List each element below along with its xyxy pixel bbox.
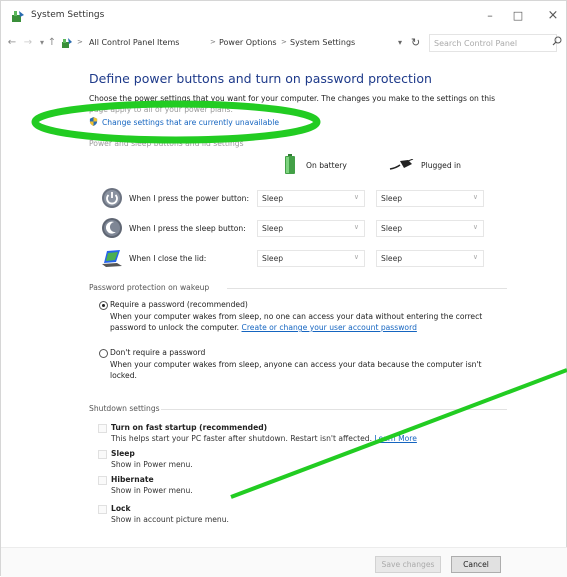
window-title: System Settings — [31, 10, 105, 20]
divider — [227, 288, 507, 289]
fast-startup-desc-text: This helps start your PC faster after sh… — [111, 434, 373, 443]
sleep-button-label: When I press the sleep button: — [129, 224, 246, 233]
minimize-button[interactable]: – — [477, 6, 503, 26]
sleep-checkbox[interactable] — [98, 450, 107, 459]
power-button-battery-select[interactable]: Sleep ∨ — [257, 190, 365, 207]
select-value: Sleep — [381, 194, 403, 203]
chevron-down-icon: ∨ — [472, 223, 478, 231]
control-panel-icon — [62, 38, 72, 48]
laptop-lid-icon — [102, 250, 122, 267]
require-password-label[interactable]: Require a password (recommended) — [110, 300, 248, 309]
require-password-desc-line: password to unlock the computer. — [110, 323, 240, 332]
address-bar: ← → ▾ ↑ > All Control Panel Items > Powe… — [1, 31, 567, 55]
hibernate-checkbox[interactable] — [98, 476, 107, 485]
sleep-option-label: Sleep — [111, 449, 135, 458]
control-panel-icon — [12, 11, 24, 22]
uac-shield-icon — [89, 117, 98, 126]
back-button[interactable]: ← — [5, 34, 19, 52]
chevron-down-icon: ∨ — [353, 253, 359, 261]
require-password-desc-line: When your computer wakes from sleep, no … — [110, 312, 483, 321]
sleep-button-plugged-select[interactable]: Sleep ∨ — [376, 220, 484, 237]
on-battery-column-header: On battery — [306, 161, 347, 170]
require-password-radio[interactable] — [99, 301, 108, 310]
search-input[interactable] — [434, 36, 538, 50]
fast-startup-checkbox[interactable] — [98, 424, 107, 433]
page-description: Choose the power settings that you want … — [89, 93, 499, 115]
sleep-button-battery-select[interactable]: Sleep ∨ — [257, 220, 365, 237]
require-password-description: When your computer wakes from sleep, no … — [110, 311, 490, 333]
power-button-plugged-select[interactable]: Sleep ∨ — [376, 190, 484, 207]
fast-startup-label: Turn on fast startup (recommended) — [111, 423, 268, 432]
learn-more-link[interactable]: Learn More — [374, 434, 416, 443]
search-icon[interactable] — [552, 36, 562, 46]
sleep-button-icon — [102, 218, 122, 238]
system-settings-window: System Settings – □ × ← → ▾ ↑ > All Cont… — [0, 0, 567, 577]
select-value: Sleep — [262, 224, 284, 233]
no-password-description: When your computer wakes from sleep, any… — [110, 359, 490, 381]
up-button[interactable]: ↑ — [45, 34, 59, 52]
chevron-down-icon: ∨ — [353, 223, 359, 231]
no-password-desc-line: When your computer wakes from sleep, any… — [110, 360, 482, 369]
refresh-icon[interactable]: ↻ — [411, 36, 420, 49]
close-lid-plugged-select[interactable]: Sleep ∨ — [376, 250, 484, 267]
lock-option-label: Lock — [111, 504, 131, 513]
power-plug-icon — [389, 159, 414, 170]
close-lid-label: When I close the lid: — [129, 254, 207, 263]
power-button-icon — [102, 188, 122, 208]
cancel-button[interactable]: Cancel — [451, 556, 501, 573]
lock-checkbox[interactable] — [98, 505, 107, 514]
plugged-in-column-header: Plugged in — [421, 161, 461, 170]
power-buttons-section-label: Power and sleep buttons and lid settings — [89, 139, 244, 148]
search-box[interactable] — [429, 34, 562, 52]
breadcrumb-separator: > — [210, 38, 216, 46]
select-value: Sleep — [381, 254, 403, 263]
breadcrumb-system-settings[interactable]: System Settings — [290, 38, 355, 47]
hibernate-option-label: Hibernate — [111, 475, 154, 484]
change-password-link[interactable]: Create or change your user account passw… — [242, 323, 417, 332]
change-settings-link[interactable]: Change settings that are currently unava… — [89, 117, 279, 127]
close-lid-battery-select[interactable]: Sleep ∨ — [257, 250, 365, 267]
no-password-desc-line: locked. — [110, 371, 137, 380]
description-text: Choose the power settings that you want … — [89, 94, 496, 103]
close-button[interactable]: × — [540, 6, 566, 26]
password-section-label: Password protection on wakeup — [89, 283, 210, 292]
divider — [161, 409, 507, 410]
breadcrumb-all-items[interactable]: All Control Panel Items — [89, 38, 179, 47]
power-button-label: When I press the power button: — [129, 194, 250, 203]
maximize-button[interactable]: □ — [505, 6, 531, 26]
battery-icon — [285, 154, 295, 174]
select-value: Sleep — [262, 254, 284, 263]
breadcrumb-power-options[interactable]: Power Options — [219, 38, 277, 47]
chevron-down-icon: ∨ — [472, 253, 478, 261]
title-bar: System Settings – □ × — [1, 1, 567, 31]
chevron-down-icon: ∨ — [472, 193, 478, 201]
fast-startup-description: This helps start your PC faster after sh… — [111, 434, 417, 443]
sleep-option-description: Show in Power menu. — [111, 460, 193, 469]
description-text-faded: page apply to all of your power plans. — [89, 105, 233, 114]
lock-option-description: Show in account picture menu. — [111, 515, 229, 524]
breadcrumb-separator: > — [77, 38, 83, 46]
shutdown-section-label: Shutdown settings — [89, 404, 160, 413]
forward-button[interactable]: → — [21, 34, 35, 52]
breadcrumb-separator: > — [281, 38, 287, 46]
page-title: Define power buttons and turn on passwor… — [89, 71, 432, 86]
hibernate-option-description: Show in Power menu. — [111, 486, 193, 495]
change-settings-link-text[interactable]: Change settings that are currently unava… — [102, 118, 279, 127]
select-value: Sleep — [381, 224, 403, 233]
no-password-label[interactable]: Don't require a password — [110, 348, 205, 357]
address-dropdown-icon[interactable]: ▾ — [398, 38, 402, 47]
no-password-radio[interactable] — [99, 349, 108, 358]
save-changes-button[interactable]: Save changes — [375, 556, 441, 573]
chevron-down-icon: ∨ — [353, 193, 359, 201]
select-value: Sleep — [262, 194, 284, 203]
